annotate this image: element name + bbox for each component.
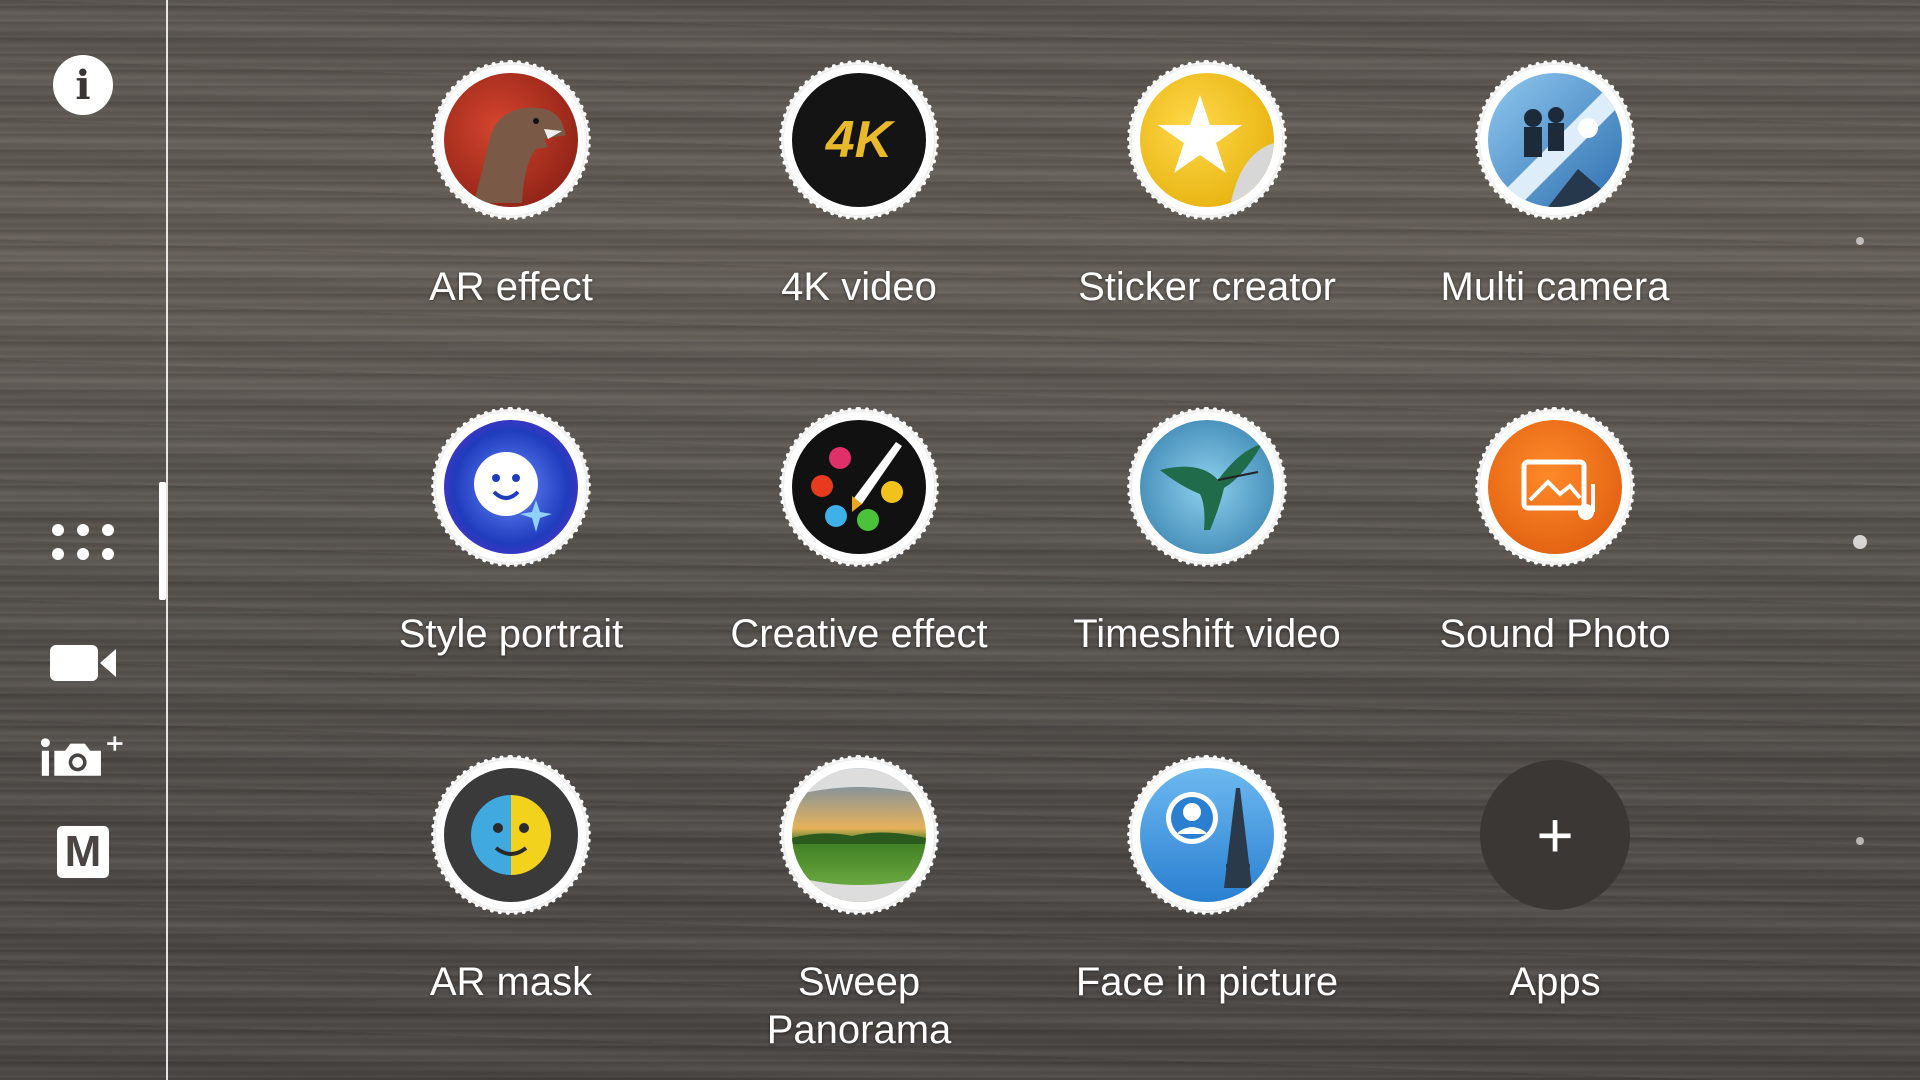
app-tile-sticker-creator[interactable]: Sticker creator [1047,60,1367,311]
app-label-line1: Sweep [797,960,921,1004]
4k-icon: 4K [825,111,893,169]
hummingbird-icon [1160,444,1262,530]
app-tile-timeshift-video[interactable]: Timeshift video [1047,407,1367,658]
app-tile-style-portrait[interactable]: Style portrait [351,407,671,658]
app-tile-apps[interactable]: + Apps [1395,760,1715,1006]
multi-camera-icon [1488,73,1622,207]
camera-apps-grid: AR effect 4K 4K video Sticker creator Mu [0,0,1920,1080]
app-label: Style portrait [398,612,624,656]
plus-icon: + [1536,799,1574,871]
app-tile-ar-effect[interactable]: AR effect [351,60,671,311]
app-label: Sweep Panorama [767,958,952,1054]
app-label: Sound Photo [1439,612,1671,656]
sound-photo-icon [1521,459,1595,520]
app-tile-sound-photo[interactable]: Sound Photo [1395,407,1715,658]
ar-mask-face-icon [471,795,551,875]
app-tile-creative-effect[interactable]: Creative effect [699,407,1019,658]
app-tile-4k-video[interactable]: 4K 4K video [699,60,1019,311]
app-tile-ar-mask[interactable]: AR mask [351,755,671,1006]
app-tile-multi-camera[interactable]: Multi camera [1395,60,1715,311]
app-tile-sweep-panorama[interactable]: Sweep Panorama [699,755,1019,1054]
app-label: AR effect [429,265,593,309]
app-label: AR mask [429,960,593,1004]
palette-brush-icon [811,442,903,531]
panorama-landscape-icon [792,768,926,902]
app-tile-face-in-picture[interactable]: Face in picture [1047,755,1367,1006]
sticker-star-icon [1158,95,1274,207]
app-label: 4K video [781,265,937,309]
app-label: Sticker creator [1078,265,1336,309]
page-indicator-dot-active [1853,535,1867,549]
app-label-line2: Panorama [766,1008,952,1052]
dinosaur-icon [474,107,566,203]
style-portrait-face-icon [474,452,552,532]
app-label: Creative effect [730,612,988,656]
app-label: Multi camera [1440,265,1670,309]
app-label: Timeshift video [1073,612,1341,656]
page-indicator-dot [1856,237,1864,245]
app-label: Apps [1509,960,1601,1004]
app-label: Face in picture [1075,960,1339,1004]
page-indicator-dot [1856,837,1864,845]
face-in-picture-icon [1166,788,1252,888]
